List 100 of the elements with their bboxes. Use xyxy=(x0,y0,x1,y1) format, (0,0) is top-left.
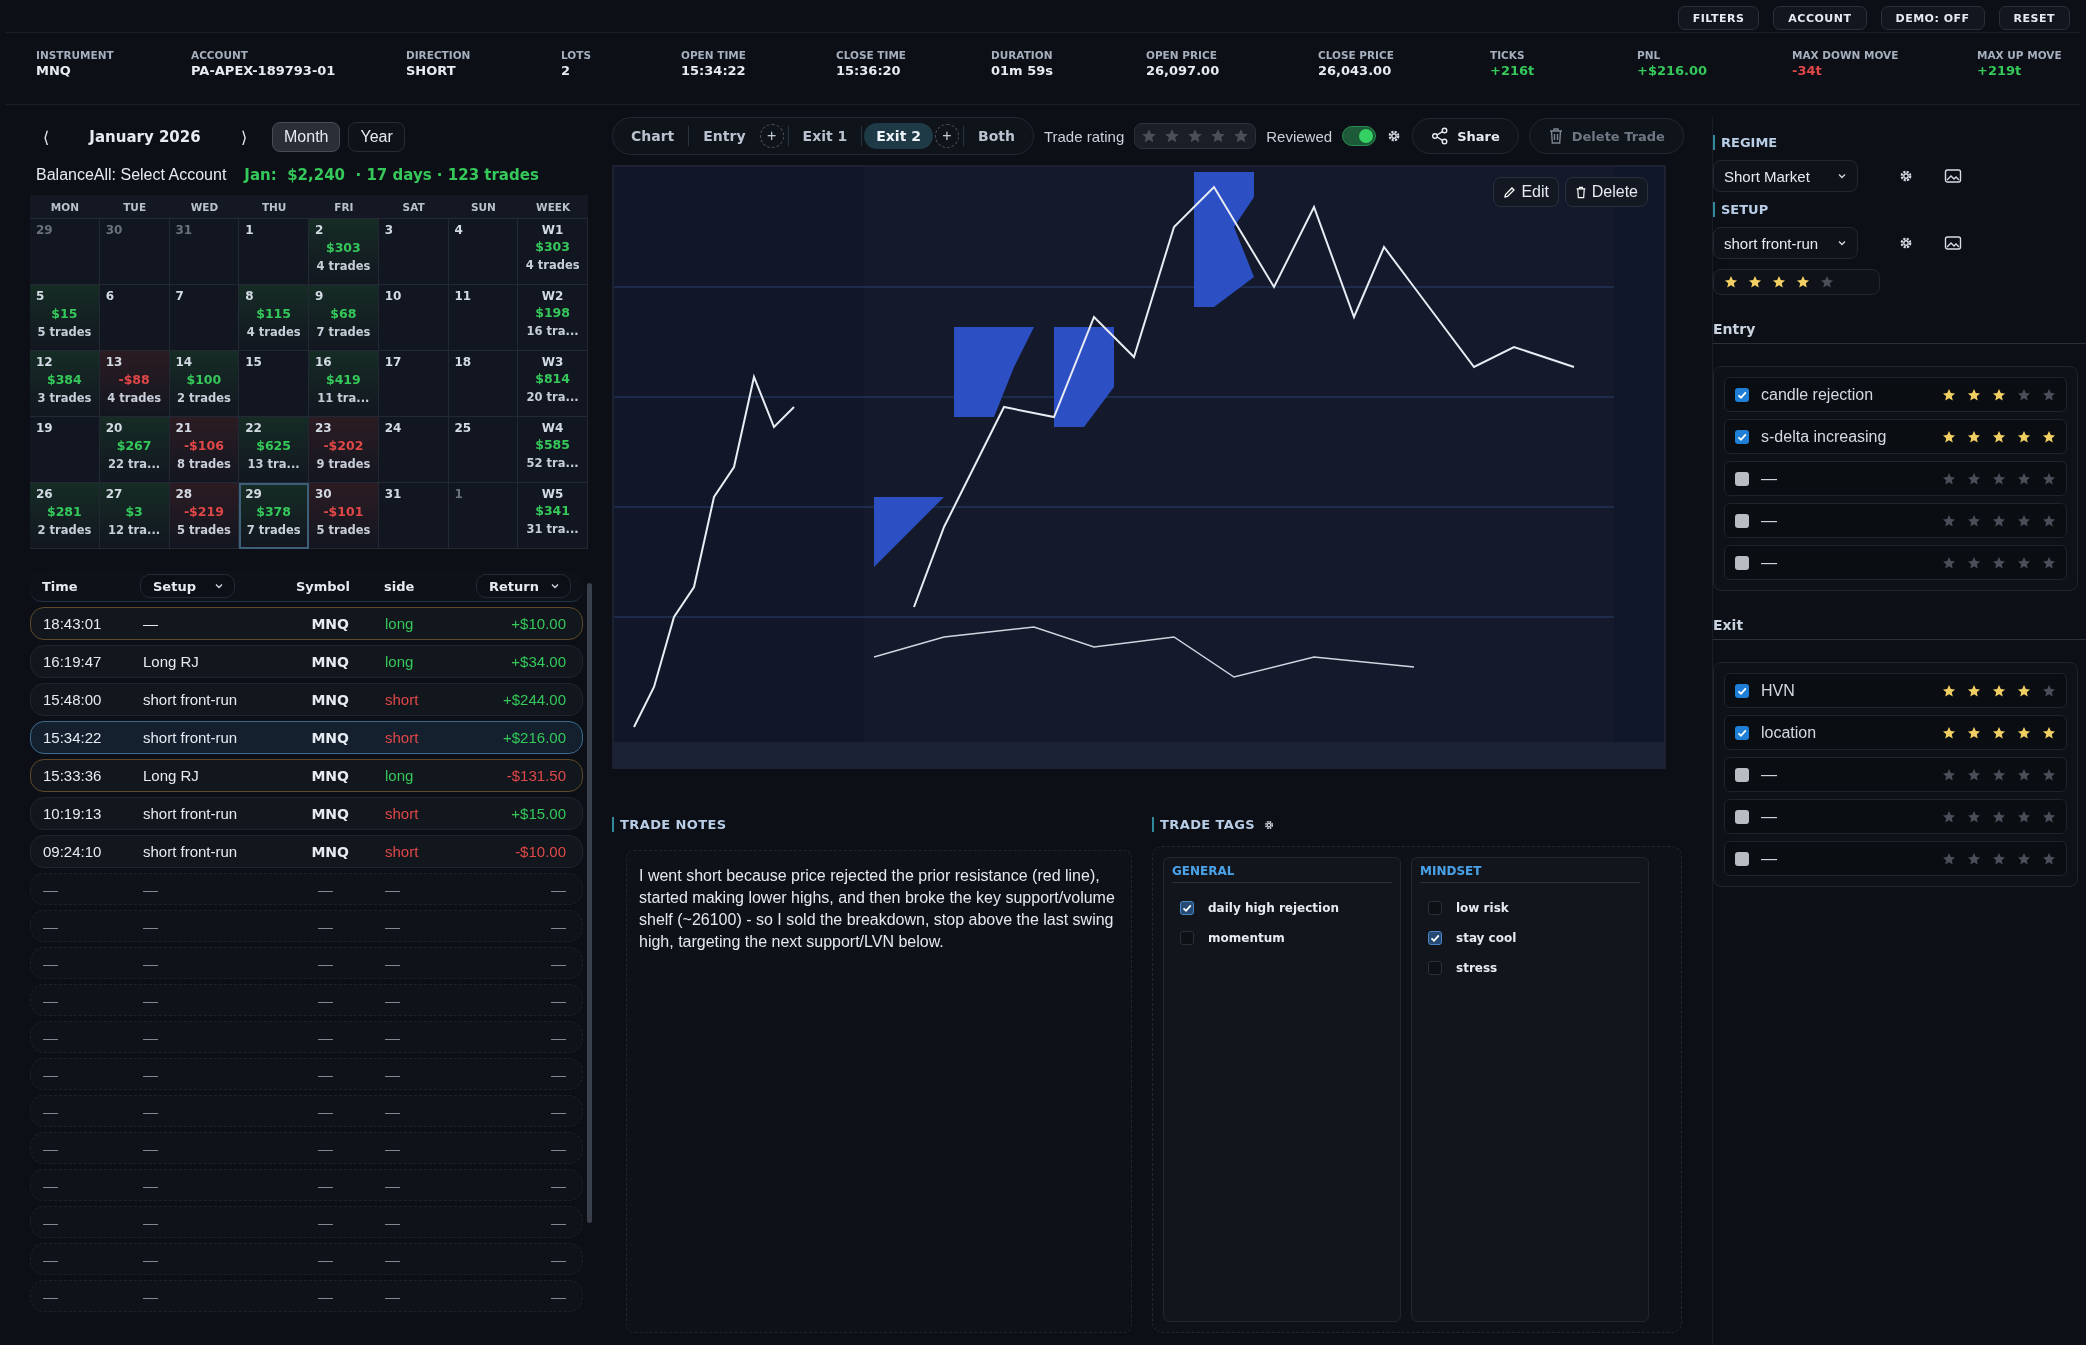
trade-row[interactable]: 15:34:22 short front-run MNQ short +$216.00 xyxy=(30,721,583,754)
day-cell[interactable]: 28 -$219 5 trades xyxy=(169,483,240,549)
checkbox[interactable] xyxy=(1180,931,1194,945)
trade-count: 22 tra... xyxy=(108,457,161,471)
day-cell[interactable]: 11 xyxy=(448,285,519,351)
checkbox[interactable] xyxy=(1735,767,1749,782)
top-button[interactable]: FILTERS xyxy=(1677,6,1760,30)
star-rating[interactable] xyxy=(1942,683,2056,698)
star-rating[interactable] xyxy=(1942,429,2056,444)
trade-row[interactable]: 18:43:01 — MNQ long +$10.00 xyxy=(30,607,583,640)
day-cell[interactable]: 15 xyxy=(239,351,309,417)
trade-row[interactable]: 09:24:10 short front-run MNQ short -$10.00 xyxy=(30,835,583,868)
checkbox[interactable] xyxy=(1735,851,1749,866)
trade-row[interactable]: 15:48:00 short front-run MNQ short +$244.00 xyxy=(30,683,583,716)
day-cell[interactable]: 26 $281 2 trades xyxy=(30,483,100,549)
day-cell[interactable]: 7 xyxy=(169,285,240,351)
stat-value: +219t xyxy=(1977,63,2023,78)
star-rating[interactable] xyxy=(1942,809,2056,824)
toggle-switch[interactable] xyxy=(1342,126,1377,146)
star-rating[interactable] xyxy=(1942,555,2056,570)
column-filter[interactable]: Return xyxy=(476,574,571,598)
day-cell[interactable]: 18 xyxy=(448,351,519,417)
day-cell[interactable]: 30 xyxy=(99,219,170,285)
day-cell[interactable]: 29 $378 7 trades xyxy=(239,483,309,549)
day-cell[interactable]: 4 xyxy=(448,219,519,285)
day-cell[interactable]: 6 xyxy=(99,285,170,351)
checkbox[interactable] xyxy=(1735,429,1749,444)
star-rating[interactable] xyxy=(1942,513,2056,528)
previous-button[interactable]: ⟨ xyxy=(32,126,60,148)
trade-row[interactable]: 10:19:13 short front-run MNQ short +$15.00 xyxy=(30,797,583,830)
tab[interactable]: Chart xyxy=(619,123,687,149)
day-cell[interactable]: 16 $419 11 tra... xyxy=(309,351,379,417)
share-button[interactable]: Share xyxy=(1412,118,1519,154)
star-rating[interactable] xyxy=(1942,387,2056,402)
day-cell[interactable]: 20 $267 22 tra... xyxy=(99,417,170,483)
top-button[interactable]: RESET xyxy=(1998,6,2070,30)
day-number: 27 xyxy=(105,487,123,501)
day-cell[interactable]: 9 $68 7 trades xyxy=(309,285,379,351)
day-pnl: $281 xyxy=(46,504,82,519)
star-rating[interactable] xyxy=(1942,471,2056,486)
day-cell[interactable]: 2 $303 4 trades xyxy=(309,219,379,285)
day-cell[interactable]: 27 $3 12 tra... xyxy=(99,483,170,549)
tab[interactable]: Entry xyxy=(691,123,758,149)
day-cell[interactable]: 8 $115 4 trades xyxy=(239,285,309,351)
view-tab[interactable]: Year xyxy=(348,122,405,152)
day-cell[interactable]: 10 xyxy=(378,285,449,351)
scrollbar[interactable] xyxy=(587,583,592,1223)
day-cell[interactable]: 17 xyxy=(378,351,449,417)
day-cell[interactable]: 5 $15 5 trades xyxy=(30,285,100,351)
checkbox[interactable] xyxy=(1428,901,1442,915)
day-cell[interactable]: 25 xyxy=(448,417,519,483)
day-number: 31 xyxy=(175,223,193,237)
day-cell[interactable]: 3 xyxy=(378,219,449,285)
edit-button[interactable]: Edit xyxy=(1493,177,1559,207)
day-cell[interactable]: 31 xyxy=(169,219,240,285)
tab[interactable]: Exit 2 xyxy=(864,123,933,149)
day-cell[interactable]: 24 xyxy=(378,417,449,483)
day-cell[interactable]: 23 -$202 9 trades xyxy=(309,417,379,483)
dropdown[interactable]: short front-run xyxy=(1713,227,1858,259)
day-pnl: $15 xyxy=(51,306,78,321)
star-rating[interactable] xyxy=(1724,275,1834,289)
day-cell[interactable]: 12 $384 3 trades xyxy=(30,351,100,417)
top-button[interactable]: ACCOUNT xyxy=(1773,6,1867,30)
delete-button[interactable]: Delete xyxy=(1564,177,1648,207)
star-rating[interactable] xyxy=(1942,851,2056,866)
checkbox[interactable] xyxy=(1428,931,1442,945)
day-cell[interactable]: 22 $625 13 tra... xyxy=(239,417,309,483)
day-cell[interactable]: 19 xyxy=(30,417,100,483)
day-cell[interactable]: 14 $100 2 trades xyxy=(169,351,240,417)
tab[interactable]: Exit 1 xyxy=(790,123,860,149)
table-cell-text: — xyxy=(43,917,59,935)
tab[interactable]: Both xyxy=(965,123,1027,149)
checkbox[interactable] xyxy=(1735,387,1749,402)
day-cell[interactable]: 31 xyxy=(378,483,449,549)
checkbox[interactable] xyxy=(1180,901,1194,915)
notes-field[interactable]: I went short because price rejected the prior resistance (red line), started making lower highs, and then broke the key support/volume shelf (~26100) - so I sold the breakdown, stop above the last swing high, targeting the next support/LVN below. xyxy=(626,850,1132,1333)
view-tab[interactable]: Month xyxy=(272,122,341,152)
checkbox[interactable] xyxy=(1735,809,1749,824)
checkbox[interactable] xyxy=(1735,555,1749,570)
next-button[interactable]: ⟩ xyxy=(230,126,258,148)
checkbox[interactable] xyxy=(1428,961,1442,975)
column-filter[interactable]: Setup xyxy=(140,574,235,598)
day-cell[interactable]: 29 xyxy=(30,219,100,285)
day-cell[interactable]: 1 xyxy=(448,483,519,549)
top-button[interactable]: DEMO: OFF xyxy=(1880,6,1985,30)
table-cell-text: — xyxy=(317,1287,334,1305)
star-rating[interactable] xyxy=(1942,767,2056,782)
star-rating[interactable] xyxy=(1942,725,2056,740)
checkbox[interactable] xyxy=(1735,513,1749,528)
checkbox[interactable] xyxy=(1735,683,1749,698)
checkbox[interactable] xyxy=(1735,471,1749,486)
trade-row[interactable]: 16:19:47 Long RJ MNQ long +$34.00 xyxy=(30,645,583,678)
day-cell[interactable]: 13 -$88 4 trades xyxy=(99,351,170,417)
trade-row[interactable]: 15:33:36 Long RJ MNQ long -$131.50 xyxy=(30,759,583,792)
day-number: 9 xyxy=(315,289,324,303)
day-cell[interactable]: 1 xyxy=(239,219,309,285)
checkbox[interactable] xyxy=(1735,725,1749,740)
day-cell[interactable]: 21 -$106 8 trades xyxy=(169,417,240,483)
day-cell[interactable]: 30 -$101 5 trades xyxy=(309,483,379,549)
dropdown[interactable]: Short Market xyxy=(1713,160,1858,192)
